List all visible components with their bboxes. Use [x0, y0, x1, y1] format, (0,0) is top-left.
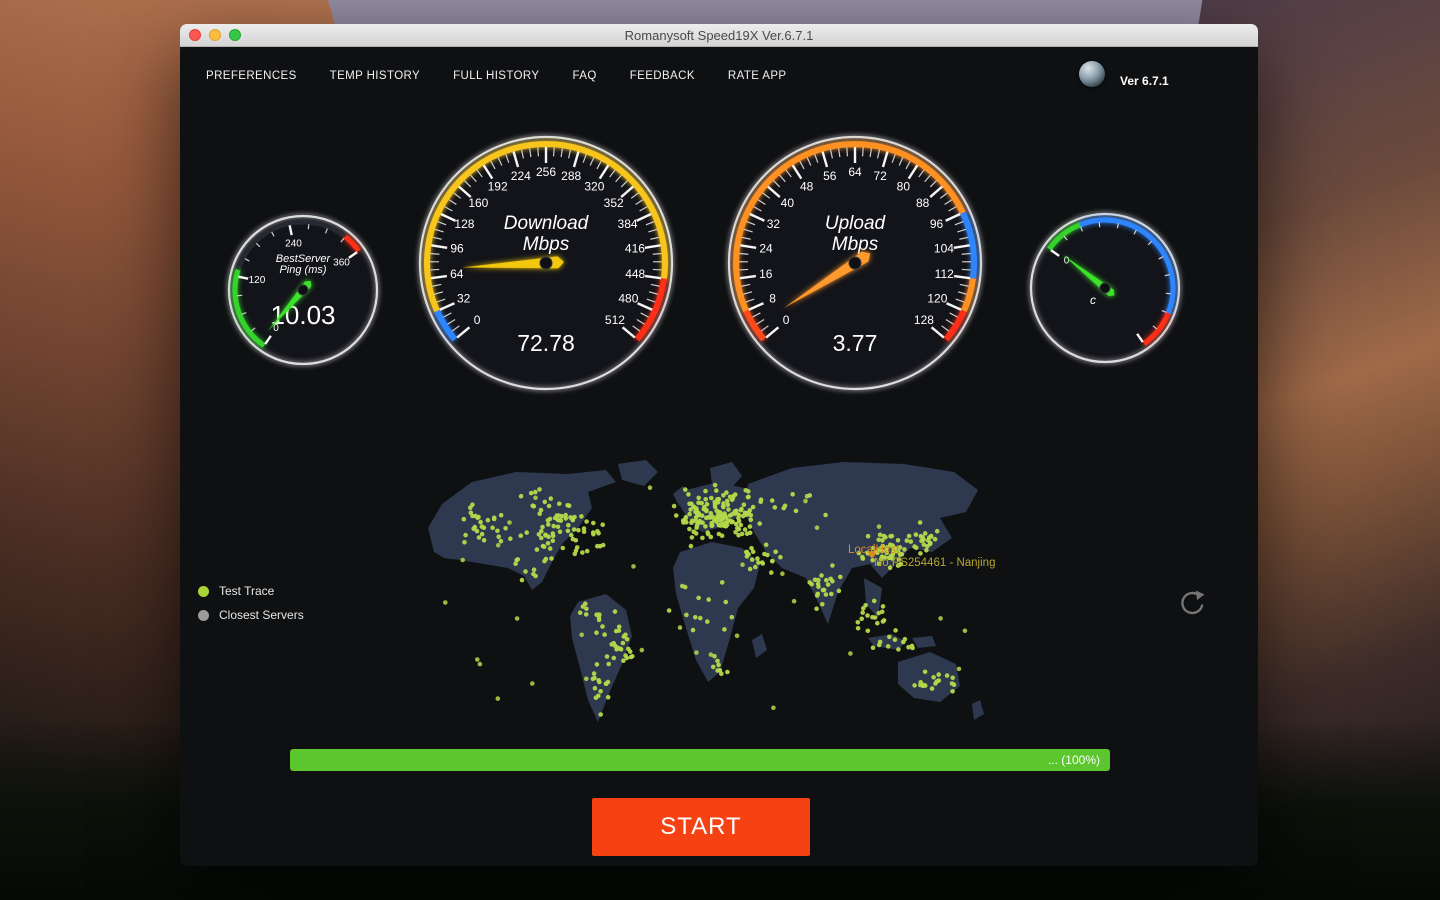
closest-servers-dot-icon — [198, 610, 209, 621]
secondary-gauge: 0c — [1005, 188, 1205, 393]
svg-text:80: 80 — [897, 179, 911, 193]
test-trace-dot-icon — [198, 586, 209, 597]
svg-text:128: 128 — [914, 313, 934, 327]
legend-closest-servers-label: Closest Servers — [219, 608, 304, 622]
menu-item-rate-app[interactable]: RATE APP — [728, 70, 787, 82]
svg-text:40: 40 — [781, 196, 795, 210]
window-controls — [189, 29, 241, 41]
svg-text:Mbps: Mbps — [832, 234, 879, 255]
menu-item-temp-history[interactable]: TEMP HISTORY — [330, 70, 420, 82]
svg-text:104: 104 — [934, 241, 954, 255]
svg-text:224: 224 — [511, 169, 531, 183]
svg-text:56: 56 — [823, 169, 837, 183]
menu-item-preferences[interactable]: PREFERENCES — [206, 70, 297, 82]
close-button[interactable] — [189, 29, 201, 41]
svg-text:64: 64 — [848, 165, 862, 179]
svg-text:384: 384 — [618, 217, 638, 231]
svg-text:3.77: 3.77 — [833, 330, 878, 356]
map-legend: Test Trace Closest Servers — [198, 579, 304, 627]
svg-text:192: 192 — [488, 179, 508, 193]
refresh-icon[interactable] — [1176, 587, 1208, 619]
start-button[interactable]: START — [592, 798, 810, 856]
version-area: Ver 6.7.1 — [1079, 61, 1169, 88]
menu-item-feedback[interactable]: FEEDBACK — [630, 70, 695, 82]
svg-text:88: 88 — [916, 196, 930, 210]
svg-text:96: 96 — [930, 217, 944, 231]
svg-text:120: 120 — [927, 291, 947, 305]
svg-text:480: 480 — [618, 291, 638, 305]
svg-text:72.78: 72.78 — [517, 330, 575, 356]
svg-text:128: 128 — [454, 217, 474, 231]
svg-text:512: 512 — [605, 313, 625, 327]
globe-icon[interactable] — [1079, 61, 1105, 87]
svg-text:8: 8 — [769, 291, 776, 305]
svg-text:32: 32 — [767, 217, 781, 231]
app-window: Romanysoft Speed19X Ver.6.7.1 PREFERENCE… — [180, 24, 1258, 866]
svg-text:Download: Download — [504, 213, 590, 234]
menu-item-faq[interactable]: FAQ — [573, 70, 597, 82]
legend-closest-servers[interactable]: Closest Servers — [198, 603, 304, 627]
progress-fill: ... (100%) — [290, 749, 1110, 771]
svg-text:0: 0 — [474, 313, 481, 327]
world-map-svg — [420, 456, 1000, 748]
svg-text:256: 256 — [536, 165, 556, 179]
main-menu: PREFERENCES TEMP HISTORY FULL HISTORY FA… — [206, 70, 787, 82]
svg-text:112: 112 — [935, 267, 954, 281]
svg-text:96: 96 — [450, 241, 464, 255]
app-content: PREFERENCES TEMP HISTORY FULL HISTORY FA… — [180, 47, 1258, 866]
svg-text:240: 240 — [285, 239, 302, 250]
legend-test-trace-label: Test Trace — [219, 584, 274, 598]
svg-text:64: 64 — [450, 267, 464, 281]
svg-text:448: 448 — [625, 267, 645, 281]
svg-text:352: 352 — [604, 196, 624, 210]
svg-text:320: 320 — [584, 179, 604, 193]
minimize-button[interactable] — [209, 29, 221, 41]
zoom-button[interactable] — [229, 29, 241, 41]
svg-text:120: 120 — [249, 275, 266, 286]
svg-text:416: 416 — [625, 241, 645, 255]
svg-text:Mbps: Mbps — [523, 234, 570, 255]
ping-gauge: 0120240360BestServerPing (ms)10.03 — [203, 190, 403, 395]
localhost-label: LocalHost — [848, 544, 899, 556]
progress-text: ... (100%) — [1048, 753, 1100, 767]
server-label: No.RS254461 - Nanjing — [874, 557, 995, 569]
window-title: Romanysoft Speed19X Ver.6.7.1 — [180, 28, 1258, 43]
window-titlebar[interactable]: Romanysoft Speed19X Ver.6.7.1 — [180, 24, 1258, 47]
svg-text:24: 24 — [759, 241, 773, 255]
svg-text:0: 0 — [783, 313, 790, 327]
svg-text:288: 288 — [561, 169, 581, 183]
world-map: LocalHost No.RS254461 - Nanjing — [420, 456, 1000, 748]
svg-text:360: 360 — [333, 258, 350, 269]
download-gauge: 032 64 96 128 160192224 256 288320352 384 416 448… — [396, 113, 696, 418]
version-label: Ver 6.7.1 — [1120, 74, 1169, 88]
svg-text:c: c — [1090, 293, 1096, 307]
progress-bar: ... (100%) — [290, 749, 1110, 771]
svg-text:72: 72 — [874, 169, 888, 183]
svg-text:Upload: Upload — [825, 213, 887, 234]
svg-text:Ping (ms): Ping (ms) — [279, 264, 326, 276]
svg-text:32: 32 — [457, 291, 471, 305]
svg-text:16: 16 — [759, 267, 773, 281]
svg-text:48: 48 — [800, 179, 814, 193]
menu-item-full-history[interactable]: FULL HISTORY — [453, 70, 539, 82]
svg-text:160: 160 — [468, 196, 488, 210]
legend-test-trace[interactable]: Test Trace — [198, 579, 304, 603]
upload-gauge: 08 16 24 3240 48 56 64 72 80 8896 104 112 120 128 Uplo… — [705, 113, 1005, 418]
